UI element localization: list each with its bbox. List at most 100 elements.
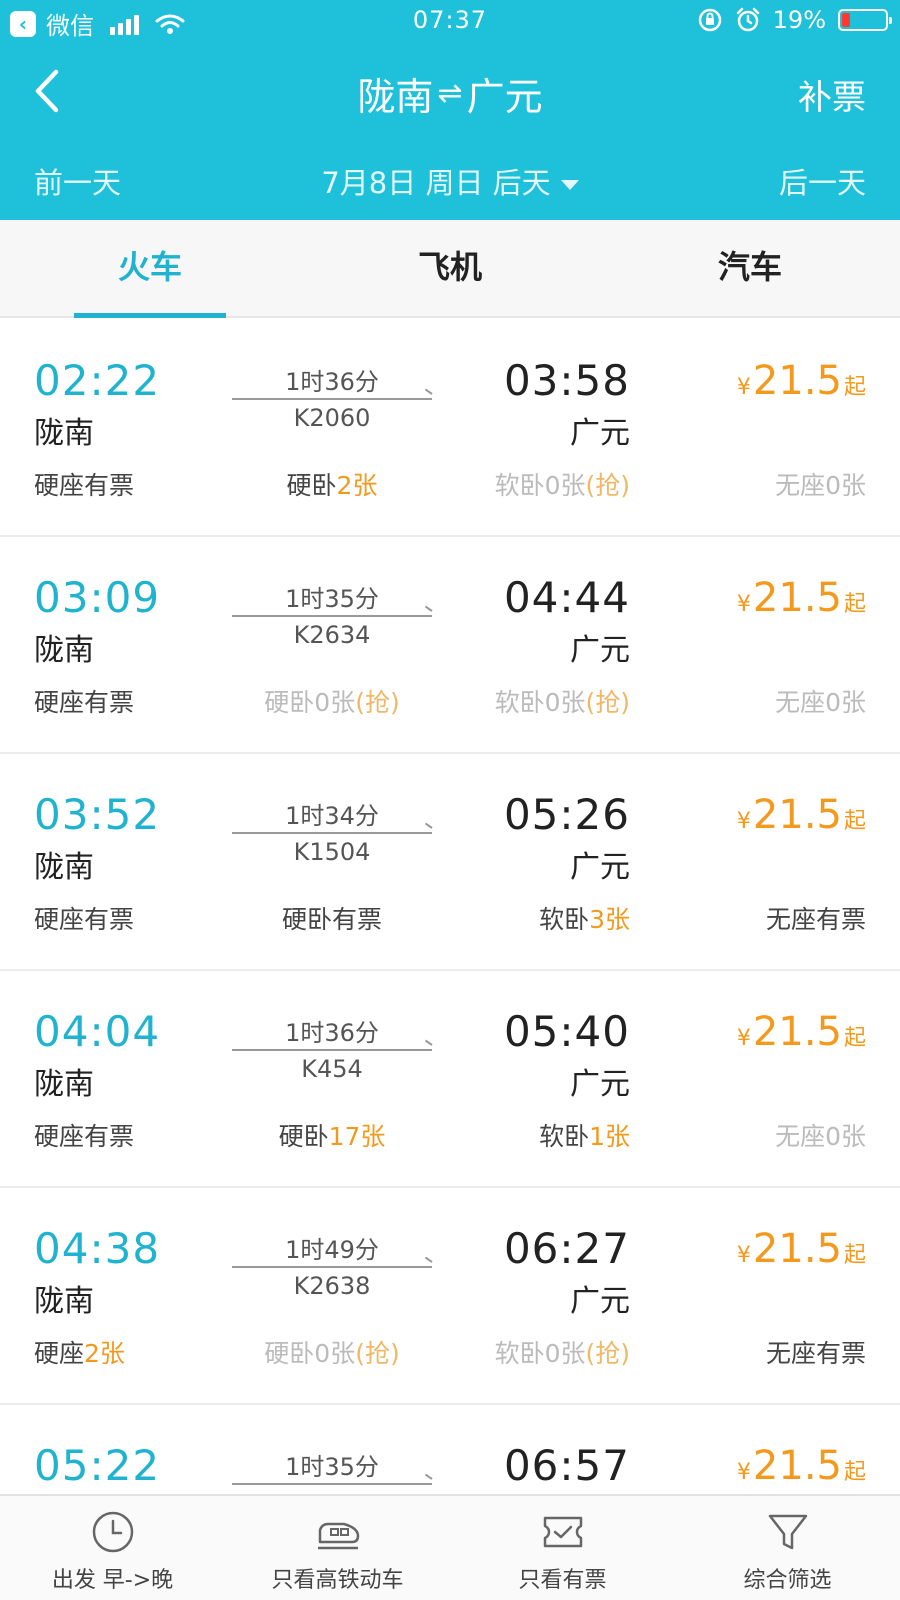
train-row[interactable]: 04:04 陇南 1时36分 K454 05:40 广元 ¥ 21.5 起 硬座… [0,971,900,1188]
price-amount: 21.5 [752,1226,842,1272]
tab-train[interactable]: 火车 [0,220,300,318]
route-arrow-icon [232,1049,432,1051]
seat-type: 软卧1张 [539,1117,630,1153]
travel-duration: 1时34分 [285,802,379,830]
departure-station: 陇南 [34,633,94,668]
swap-icon[interactable]: ⇌ [437,76,462,111]
train-number: K454 [301,1055,363,1083]
seat-name: 硬座 [34,1122,85,1151]
next-day-button[interactable]: 后一天 [779,160,866,202]
seat-name: 软卧 [539,1122,590,1151]
seat-type: 硬座2张 [34,1334,125,1370]
high-speed-only-button[interactable]: 只看高铁动车 [225,1496,450,1600]
available-only-label: 只看有票 [518,1568,607,1593]
seat-name: 无座 [765,1339,816,1368]
grab-ticket-label[interactable]: (抢) [585,1339,630,1368]
arrival-time: 04:44 [503,573,630,622]
seat-availability: 硬座有票 硬卧17张 软卧1张 无座0张 [0,1117,900,1153]
seat-type: 硬卧0张(抢) [232,1334,432,1370]
seat-type: 软卧0张(抢) [495,466,630,502]
seat-count: 0张 [314,1339,356,1368]
travel-duration: 1时35分 [285,1453,379,1481]
train-number: K2060 [293,404,371,432]
supplement-ticket-button[interactable]: 补票 [798,70,866,119]
seat-name: 硬卧 [286,471,337,500]
train-row[interactable]: 04:38 陇南 1时49分 K2638 06:27 广元 ¥ 21.5 起 硬… [0,1188,900,1405]
seat-type: 硬卧17张 [232,1117,432,1153]
seat-type: 硬座有票 [34,683,134,719]
grab-ticket-label[interactable]: (抢) [585,688,630,717]
seat-type: 软卧0张(抢) [495,683,630,719]
to-station: 广元 [466,75,543,119]
date-bar: 前一天 7月8日 周日 后天 后一天 [0,150,900,210]
grab-ticket-label[interactable]: (抢) [355,1339,400,1368]
tab-bus[interactable]: 汽车 [600,220,900,316]
sort-departure-label: 出发 早->晚 [51,1568,174,1593]
header-area: ‹ 微信 07:37 19% 陇南 ⇌ 广元 补票 前一天 7月8日 周日 后天… [0,0,900,220]
seat-name: 软卧 [539,905,590,934]
departure-time: 03:09 [34,573,161,622]
seat-type: 无座有票 [766,1334,866,1370]
seat-availability: 硬座有票 硬卧0张(抢) 软卧0张(抢) 无座0张 [0,683,900,719]
seat-type: 硬卧有票 [232,900,432,936]
seat-count: 0张 [544,1339,586,1368]
route-arrow-icon [232,398,432,400]
train-list: 02:22 陇南 1时36分 K2060 03:58 广元 ¥ 21.5 起 硬… [0,320,900,1600]
filter-icon [768,1514,807,1550]
tab-flight[interactable]: 飞机 [300,220,600,316]
price-suffix: 起 [843,809,866,834]
grab-ticket-label[interactable]: (抢) [585,471,630,500]
arrival-station: 广元 [570,633,630,668]
seat-name: 软卧 [494,1339,545,1368]
ticket-price: ¥ 21.5 起 [737,575,866,621]
travel-duration: 1时49分 [285,1236,379,1264]
transport-tabs: 火车 飞机 汽车 [0,220,900,318]
route-arrow-icon [232,1266,432,1268]
clock-icon [92,1511,133,1553]
sort-departure-button[interactable]: 出发 早->晚 [0,1496,225,1600]
seat-count: 0张 [825,688,866,717]
seat-type: 硬座有票 [34,900,134,936]
arrival-time: 06:57 [503,1441,630,1490]
seat-name: 无座 [775,471,826,500]
ticket-price: ¥ 21.5 起 [737,1009,866,1055]
nav-bar: 陇南 ⇌ 广元 补票 [0,52,900,132]
departure-station: 陇南 [34,1067,94,1102]
high-speed-train-icon [317,1522,359,1550]
train-row[interactable]: 02:22 陇南 1时36分 K2060 03:58 广元 ¥ 21.5 起 硬… [0,320,900,537]
seat-type: 硬卧2张 [232,466,432,502]
departure-time: 04:04 [34,1007,161,1056]
battery-percent: 19% [772,6,826,34]
departure-station: 陇南 [34,1284,94,1319]
seat-type: 软卧3张 [539,900,630,936]
train-row[interactable]: 03:52 陇南 1时34分 K1504 05:26 广元 ¥ 21.5 起 硬… [0,754,900,971]
route-title[interactable]: 陇南 ⇌ 广元 [0,66,900,121]
ticket-price: ¥ 21.5 起 [737,358,866,404]
arrival-time: 03:58 [503,356,630,405]
seat-count: 0张 [314,688,356,717]
currency-symbol: ¥ [736,375,751,400]
rotation-lock-icon [698,8,721,32]
filter-label: 综合筛选 [743,1568,832,1593]
seat-count: 0张 [825,471,866,500]
seat-count: 2张 [336,471,378,500]
price-amount: 21.5 [752,1443,842,1489]
ticket-price: ¥ 21.5 起 [737,792,866,838]
departure-station: 陇南 [34,850,94,885]
price-amount: 21.5 [752,1009,842,1055]
seat-name: 硬座 [34,905,85,934]
alarm-icon [736,7,759,32]
grab-ticket-label[interactable]: (抢) [355,688,400,717]
seat-count: 有票 [815,1339,866,1368]
seat-count: 3张 [589,905,630,934]
date-selector[interactable]: 7月8日 周日 后天 [0,160,900,202]
seat-name: 硬卧 [264,1339,315,1368]
ticket-price: ¥ 21.5 起 [737,1443,866,1489]
seat-name: 硬卧 [281,905,332,934]
travel-duration: 1时36分 [285,1019,379,1047]
available-only-button[interactable]: 只看有票 [450,1496,675,1600]
seat-count: 17张 [328,1122,386,1151]
filter-button[interactable]: 综合筛选 [675,1496,900,1600]
train-row[interactable]: 03:09 陇南 1时35分 K2634 04:44 广元 ¥ 21.5 起 硬… [0,537,900,754]
status-bar: ‹ 微信 07:37 19% [0,0,900,44]
